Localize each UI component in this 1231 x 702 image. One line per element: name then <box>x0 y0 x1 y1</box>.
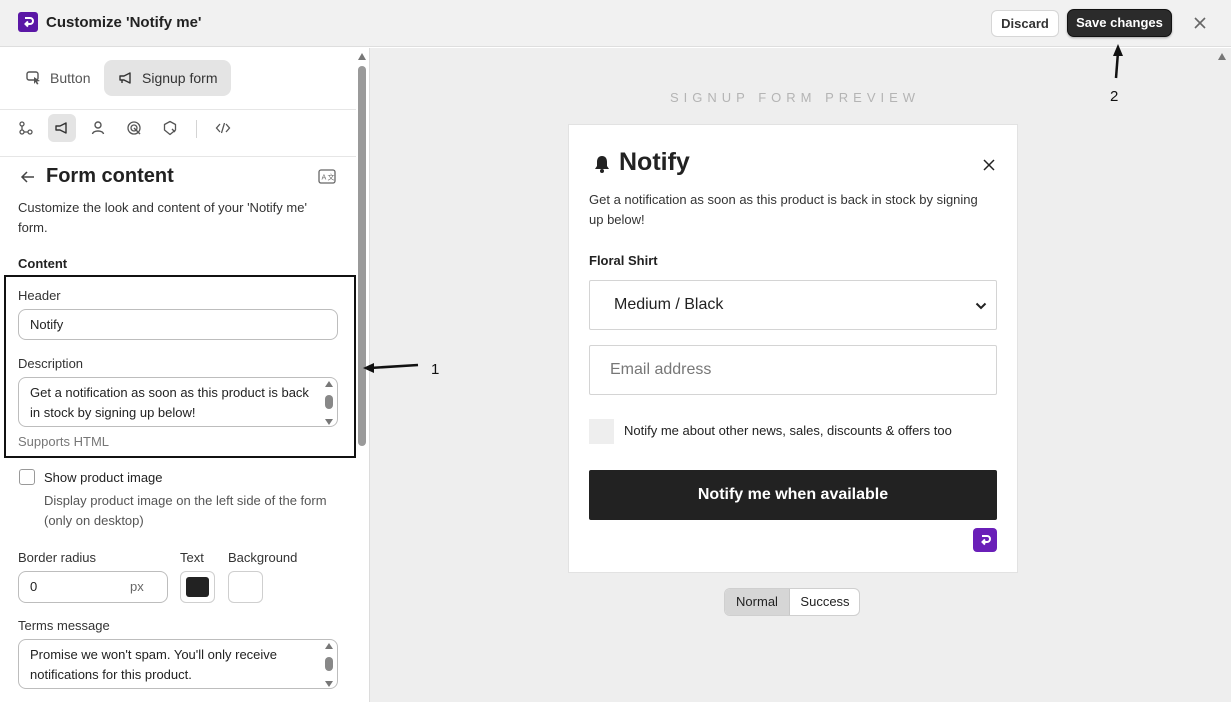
annotation-arrow-2 <box>1113 44 1123 79</box>
divider <box>0 109 356 110</box>
terms-message-text: Promise we won't spam. You'll only recei… <box>30 647 278 682</box>
border-radius-label: Border radius <box>18 550 97 565</box>
chevron-down-icon <box>975 302 987 310</box>
app-title: Customize 'Notify me' <box>46 14 202 31</box>
show-product-image-label: Show product image <box>44 470 163 485</box>
svg-text:A: A <box>322 174 327 182</box>
discard-button[interactable]: Discard <box>991 10 1059 37</box>
annotation-label-1: 1 <box>431 361 440 378</box>
terms-message-label: Terms message <box>18 618 110 633</box>
flow-icon[interactable] <box>12 114 40 142</box>
translate-icon[interactable]: A文 <box>318 168 336 189</box>
preview-scroll-up[interactable] <box>1218 53 1226 60</box>
target-icon[interactable] <box>120 114 148 142</box>
divider <box>196 120 197 138</box>
tab-signup-form-label: Signup form <box>142 70 218 86</box>
megaphone-icon[interactable] <box>48 114 76 142</box>
close-icon[interactable] <box>1192 15 1208 31</box>
tab-button[interactable]: Button <box>18 60 104 96</box>
user-icon[interactable] <box>84 114 112 142</box>
terms-message-textarea[interactable]: Promise we won't spam. You'll only recei… <box>18 639 338 689</box>
border-radius-unit: px <box>130 579 144 594</box>
description-text: Get a notification as soon as this produ… <box>30 385 309 420</box>
state-success-button[interactable]: Success <box>791 589 859 615</box>
brand-badge-icon[interactable] <box>973 528 997 552</box>
textarea-scrollbar[interactable] <box>324 643 334 687</box>
form-title: Notify <box>619 148 690 176</box>
background-color-label: Background <box>228 550 298 565</box>
text-color-label: Text <box>180 550 204 565</box>
text-color-swatch[interactable] <box>180 571 215 603</box>
save-changes-button[interactable]: Save changes <box>1067 9 1172 37</box>
tab-signup-form[interactable]: Signup form <box>104 60 231 96</box>
header-input[interactable]: Notify <box>18 309 338 340</box>
background-color-swatch[interactable] <box>228 571 263 603</box>
show-product-image-checkbox[interactable] <box>19 469 35 485</box>
tab-button-label: Button <box>50 70 91 86</box>
settings-panel: Button Signup form Form content A 文 Cust… <box>0 48 370 702</box>
preview-state-toggle: Normal Success <box>724 588 860 616</box>
svg-text:文: 文 <box>328 173 335 182</box>
cursor-click-icon <box>26 71 40 85</box>
border-radius-value: 0 <box>30 579 38 594</box>
notify-me-button[interactable]: Notify me when available <box>589 470 997 520</box>
supports-html-hint: Supports HTML <box>18 434 110 449</box>
show-product-image-description: Display product image on the left side o… <box>44 493 327 528</box>
section-title: Form content <box>46 165 174 187</box>
form-close-icon[interactable] <box>983 159 995 174</box>
back-arrow-icon[interactable] <box>20 169 36 188</box>
annotation-arrow-1 <box>363 363 419 373</box>
header-label: Header <box>18 288 61 303</box>
bell-icon <box>592 154 612 177</box>
optin-label: Notify me about other news, sales, disco… <box>624 423 952 438</box>
code-icon[interactable] <box>209 114 237 142</box>
variant-select[interactable]: Medium / Black <box>589 280 997 330</box>
annotation-label-2: 2 <box>1110 88 1119 105</box>
section-description: Customize the look and content of your '… <box>18 200 307 235</box>
description-label: Description <box>18 356 84 371</box>
variant-select-value: Medium / Black <box>614 296 724 313</box>
optin-checkbox[interactable] <box>589 419 614 444</box>
badge-icon[interactable] <box>156 114 184 142</box>
top-bar: Customize 'Notify me' Discard Save chang… <box>0 0 1231 47</box>
border-radius-input[interactable]: 0 px <box>18 571 168 603</box>
megaphone-icon <box>119 72 131 84</box>
form-description: Get a notification as soon as this produ… <box>589 192 978 227</box>
textarea-scrollbar[interactable] <box>324 381 334 425</box>
content-heading: Content <box>18 256 68 271</box>
app-logo-icon <box>18 12 38 32</box>
product-name: Floral Shirt <box>589 253 658 268</box>
email-input[interactable]: Email address <box>589 345 997 395</box>
divider <box>0 156 356 157</box>
description-textarea[interactable]: Get a notification as soon as this produ… <box>18 377 338 427</box>
state-normal-button[interactable]: Normal <box>725 589 790 615</box>
preview-caption: SIGNUP FORM PREVIEW <box>670 90 921 105</box>
